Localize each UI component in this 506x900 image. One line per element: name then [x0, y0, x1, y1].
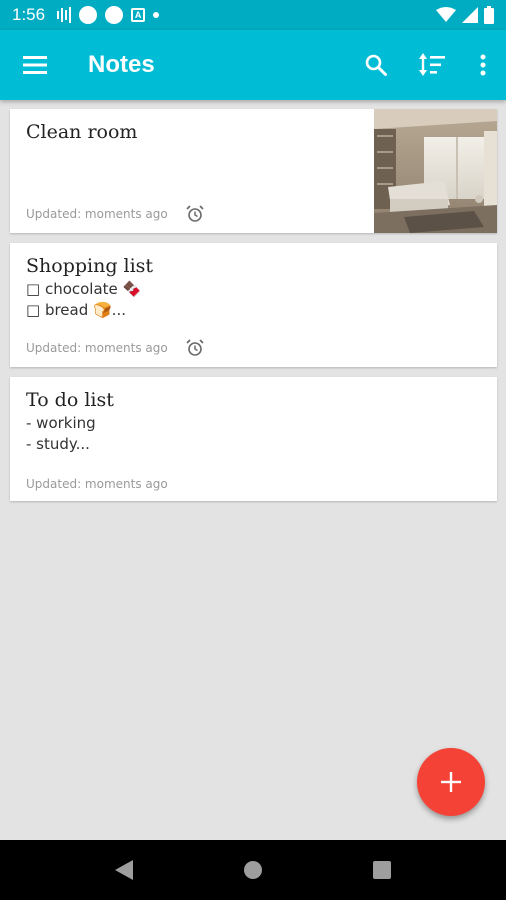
- note-title: Shopping list: [26, 255, 154, 277]
- system-icons: [436, 6, 494, 24]
- note-title: Clean room: [26, 121, 138, 143]
- notification-circle-icon: [79, 6, 98, 24]
- alarm-icon: [186, 339, 204, 357]
- alarm-icon: [186, 205, 204, 223]
- notification-icons: A: [57, 6, 160, 24]
- note-card[interactable]: Shopping list □ chocolate 🍫 □ bread 🍞...…: [10, 243, 497, 367]
- page-title: Notes: [88, 51, 155, 78]
- battery-icon: [484, 6, 494, 24]
- wifi-icon: [436, 7, 456, 22]
- menu-button[interactable]: [0, 30, 70, 100]
- note-updated-time: Updated: moments ago: [26, 207, 168, 221]
- add-note-button[interactable]: [417, 748, 485, 816]
- notification-circle-icon: [105, 6, 124, 24]
- signal-strength-icon: [57, 7, 72, 23]
- note-title: To do list: [26, 389, 114, 411]
- recents-button[interactable]: [362, 850, 402, 890]
- home-circle-icon: [243, 861, 262, 879]
- search-button[interactable]: [348, 30, 404, 100]
- note-card[interactable]: Clean room Updated: moments ago: [10, 109, 497, 233]
- hamburger-icon: [23, 56, 47, 74]
- note-preview: - working - study...: [26, 414, 96, 453]
- note-updated-time: Updated: moments ago: [26, 477, 168, 491]
- home-button[interactable]: [233, 850, 273, 890]
- app-notification-icon: A: [131, 8, 146, 22]
- more-notifications-icon: [153, 12, 160, 18]
- notes-list: Clean room Updated: moments ago Shopping…: [10, 109, 497, 511]
- note-card[interactable]: To do list - working - study... Updated:…: [10, 377, 497, 501]
- plus-icon: [441, 772, 461, 792]
- sort-icon: [419, 53, 445, 76]
- status-bar: 1:56 A: [0, 0, 506, 30]
- back-triangle-icon: [115, 860, 134, 880]
- status-time: 1:56: [12, 5, 46, 24]
- note-updated-time: Updated: moments ago: [26, 341, 168, 355]
- search-icon: [365, 54, 387, 76]
- back-button[interactable]: [104, 850, 144, 890]
- note-image-thumbnail: [374, 109, 497, 233]
- recents-square-icon: [372, 861, 391, 879]
- toolbar-actions: [348, 30, 506, 100]
- system-navigation-bar: [0, 840, 506, 900]
- cell-signal-icon: [462, 7, 478, 23]
- note-preview: □ chocolate 🍫 □ bread 🍞...: [26, 280, 142, 319]
- more-vert-icon: [480, 54, 486, 76]
- app-bar: Notes: [0, 30, 506, 100]
- more-options-button[interactable]: [460, 30, 506, 100]
- sort-button[interactable]: [404, 30, 460, 100]
